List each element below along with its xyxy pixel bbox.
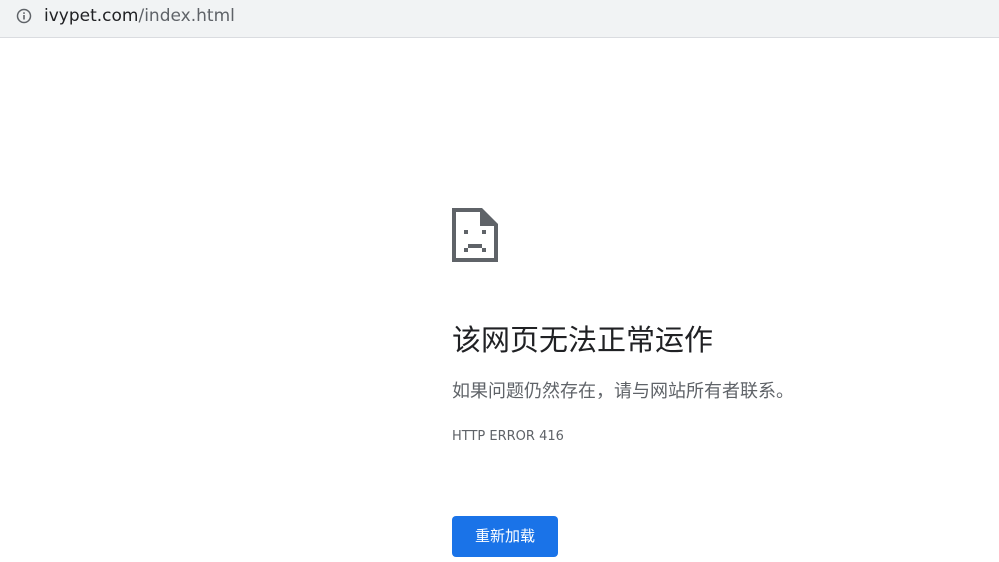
url-host: ivypet.com: [44, 6, 139, 26]
error-code: HTTP ERROR 416: [452, 429, 564, 444]
error-message: 如果问题仍然存在，请与网站所有者联系。: [452, 381, 794, 402]
error-heading: 该网页无法正常运作: [452, 323, 714, 357]
reload-button[interactable]: 重新加载: [452, 516, 558, 557]
sad-page-icon: [452, 208, 498, 262]
address-bar[interactable]: ivypet.com/index.html: [0, 0, 999, 38]
url-path: /index.html: [138, 6, 235, 26]
info-icon[interactable]: [16, 8, 32, 24]
url-text[interactable]: ivypet.com/index.html: [44, 6, 235, 26]
